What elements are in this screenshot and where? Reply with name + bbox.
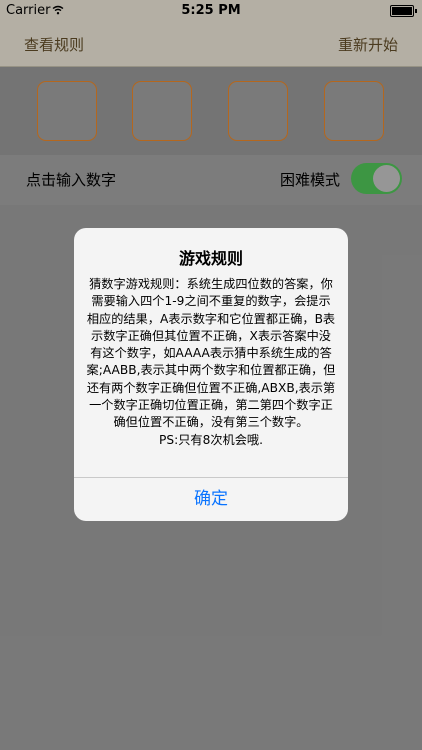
alert-title: 游戏规则 [178, 249, 243, 268]
alert-message: 猜数字游戏规则：系统生成四位数的答案，你需要输入四个1-9之间不重复的数字，会提… [86, 277, 336, 447]
confirm-button[interactable]: 确定 [74, 478, 348, 521]
rules-alert: 游戏规则 猜数字游戏规则：系统生成四位数的答案，你需要输入四个1-9之间不重复的… [74, 228, 348, 521]
